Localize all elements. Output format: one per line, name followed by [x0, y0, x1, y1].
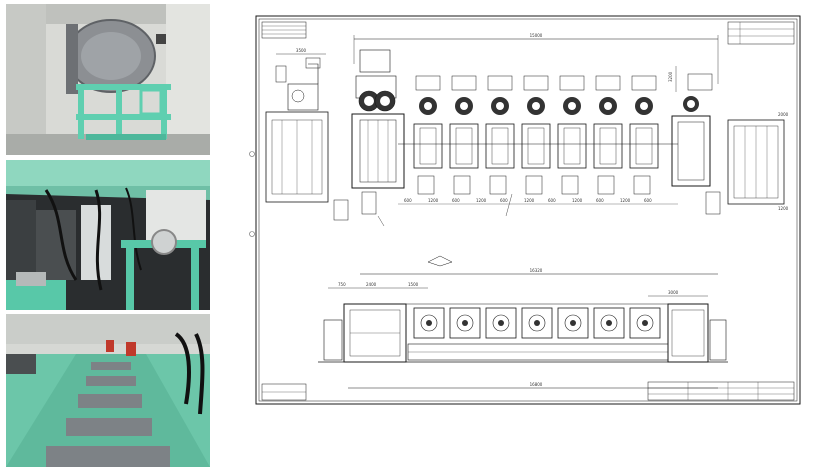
right-dimension-1-label: 2000 — [778, 112, 789, 117]
engineering-drawing-sheet: 15000 3500 3200 2000 1200 600 1200 600 1… — [248, 4, 809, 408]
machine-photo-middle — [6, 160, 210, 310]
right-dimension-2-label: 1200 — [778, 206, 789, 211]
bottom-left-dim-1-label: 750 — [338, 282, 346, 287]
bottom-left-dim-3-label: 1500 — [408, 282, 419, 287]
conveyor-bath-line-photo-icon — [6, 314, 210, 467]
chain-dim: 1200 — [572, 198, 583, 203]
top-left-dimension-label: 3500 — [296, 48, 307, 53]
bottom-right-dim-label: 3000 — [668, 290, 679, 295]
chain-dim: 1200 — [524, 198, 535, 203]
chain-dim: 1200 — [476, 198, 487, 203]
top-dimension-label: 15000 — [530, 33, 543, 38]
chain-dim: 600 — [500, 198, 508, 203]
chain-dim: 600 — [644, 198, 652, 203]
right-dimension-top-label: 3200 — [668, 71, 673, 82]
chain-dim: 1200 — [428, 198, 439, 203]
machine-photo-top — [6, 4, 210, 155]
chain-dim: 600 — [452, 198, 460, 203]
machine-photo-bottom — [6, 314, 210, 467]
chain-dim: 600 — [596, 198, 604, 203]
engineering-drawing-icon: 15000 3500 3200 2000 1200 600 1200 600 1… — [249, 15, 801, 405]
bottom-overall-dimension-label: 16320 — [530, 268, 543, 273]
vacuum-chamber-machine-photo-icon — [6, 4, 210, 155]
bottom-base-dimension-label: 16800 — [530, 382, 543, 387]
machine-interior-cables-photo-icon — [6, 160, 210, 310]
chain-dim: 600 — [548, 198, 556, 203]
bottom-left-dim-2-label: 2400 — [366, 282, 377, 287]
chain-dim: 600 — [404, 198, 412, 203]
chain-dim: 1200 — [620, 198, 631, 203]
